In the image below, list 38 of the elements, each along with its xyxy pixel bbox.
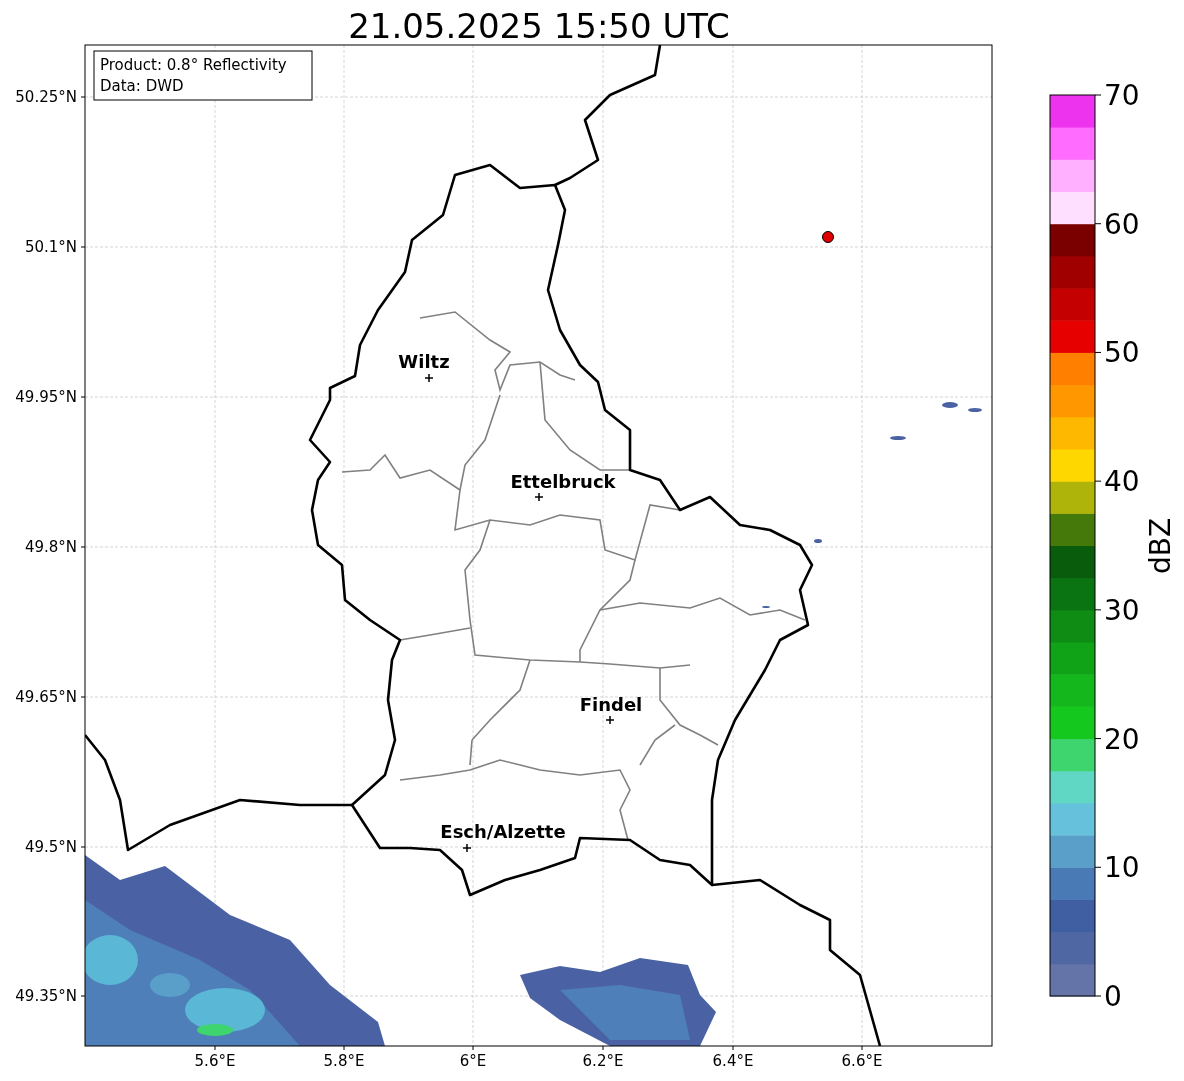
colorbar-tick-label: 40 (1104, 465, 1140, 499)
info-text: Product: 0.8° Reflectivity (100, 56, 287, 74)
colorbar-tick-label: 10 (1104, 851, 1140, 885)
city-label: Findel (579, 694, 643, 715)
axis-tick-label: 49.65°N (15, 688, 77, 706)
radar-site-marker (822, 231, 834, 243)
axis-tick-label: 50.1°N (24, 238, 77, 256)
radar-echo (942, 402, 958, 408)
axis-tick-label: 49.35°N (15, 987, 77, 1005)
radar-echo (814, 539, 822, 543)
radar-echo (968, 408, 982, 412)
colorbar-tick-label: 60 (1104, 207, 1140, 241)
axis-tick-label: 6°E (459, 1052, 487, 1070)
radar-echo (890, 436, 906, 440)
city-marker-icon (462, 843, 472, 853)
axis-tick-label: 6.4°E (712, 1052, 754, 1070)
city-marker-icon (605, 715, 615, 725)
colorbar-tick-label: 50 (1104, 336, 1140, 370)
axis-tick-label: 49.8°N (24, 538, 77, 556)
axis-tick-label: 49.5°N (24, 838, 77, 856)
axis-tick-label: 6.2°E (582, 1052, 624, 1070)
city-label: Ettelbruck (510, 471, 616, 492)
colorbar-tick-label: 30 (1104, 593, 1140, 627)
city-marker-icon (534, 492, 544, 502)
colorbar-tick-label: 70 (1104, 79, 1140, 112)
colorbar-tick-label: 0 (1104, 980, 1122, 1013)
axis-tick-label: 49.95°N (15, 388, 77, 406)
axis-tick-label: 50.25°N (15, 88, 77, 106)
city-marker-icon (424, 373, 434, 383)
city-label: Wiltz (398, 351, 450, 372)
axis-tick-label: 6.6°E (841, 1052, 883, 1070)
info-text: Data: DWD (100, 77, 184, 95)
colorbar-label: dBZ (1144, 517, 1177, 575)
axis-tick-label: 5.6°E (194, 1052, 236, 1070)
city-label: Esch/Alzette (440, 821, 566, 842)
axis-tick-label: 5.8°E (323, 1052, 365, 1070)
chart-title: 21.05.2025 15:50 UTC (348, 6, 730, 46)
colorbar-tick-label: 20 (1104, 722, 1140, 756)
